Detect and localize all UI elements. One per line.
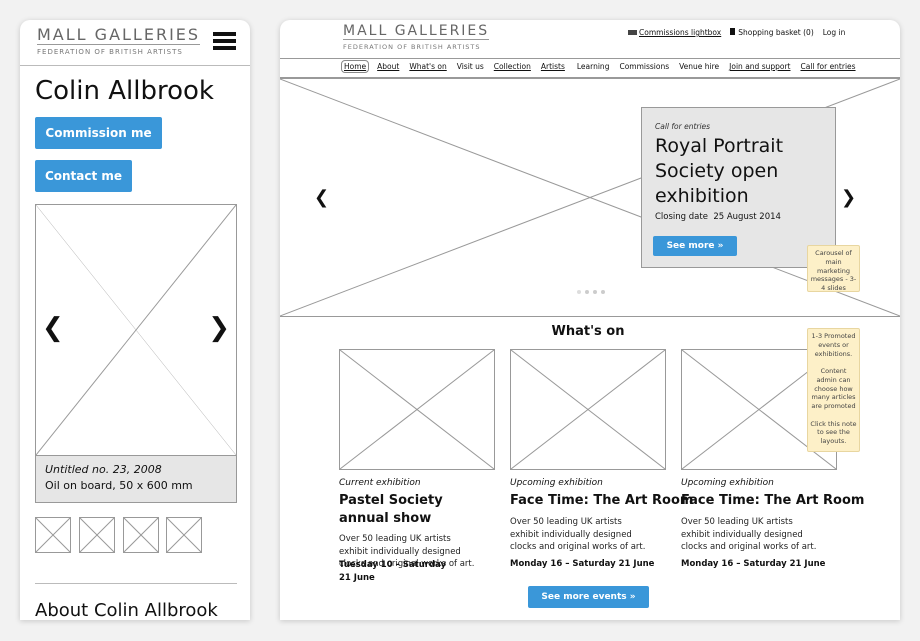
thumbnail[interactable]: [35, 517, 71, 553]
main-nav: Home About What's on Visit us Collection…: [341, 60, 856, 73]
basket-label: Shopping basket (0): [738, 28, 814, 37]
event-category: Upcoming exhibition: [510, 478, 603, 488]
contact-button[interactable]: Contact me: [35, 160, 132, 192]
commission-button[interactable]: Commission me: [35, 117, 162, 149]
divider: [35, 583, 237, 584]
logo[interactable]: MALL GALLERIES FEDERATION OF BRITISH ART…: [343, 23, 490, 51]
event-category: Current exhibition: [339, 478, 421, 488]
event-date: Monday 16 – Saturday 21 June: [681, 559, 826, 569]
event-image[interactable]: [510, 349, 666, 470]
desktop-home-page: MALL GALLERIES FEDERATION OF BRITISH ART…: [280, 20, 900, 620]
lightbox-label: Commissions lightbox: [639, 28, 722, 37]
nav-collection[interactable]: Collection: [494, 60, 531, 73]
divider: [20, 65, 250, 66]
thumbnail[interactable]: [166, 517, 202, 553]
chevron-left-icon[interactable]: ❮: [314, 187, 329, 208]
note-line: 1-3 Promoted events or exhibitions.: [811, 332, 856, 358]
utility-nav: Commissions lightbox Shopping basket (0)…: [628, 28, 845, 37]
logo-tagline: FEDERATION OF BRITISH ARTISTS: [343, 39, 490, 51]
whats-on-heading: What's on: [551, 324, 625, 339]
event-date: Monday 16 – Saturday 21 June: [510, 559, 655, 569]
carousel-dot[interactable]: [601, 290, 605, 294]
hero-closing-date: Closing date 25 August 2014: [655, 212, 781, 222]
nav-venue-hire[interactable]: Venue hire: [679, 60, 719, 73]
logo-name: MALL GALLERIES: [343, 23, 490, 39]
lightbox-icon: [628, 30, 637, 35]
hero-category: Call for entries: [655, 122, 711, 131]
nav-home[interactable]: Home: [341, 60, 370, 73]
nav-artists[interactable]: Artists: [541, 60, 565, 73]
hero-title: Royal Portrait Society open exhibition: [655, 135, 784, 207]
event-description: Over 50 leading UK artists exhibit indiv…: [510, 517, 646, 552]
note-line: Content admin can choose how many articl…: [811, 367, 856, 411]
nav-about[interactable]: About: [377, 60, 399, 73]
page-title: Colin Allbrook: [35, 76, 214, 106]
nav-learning[interactable]: Learning: [577, 60, 610, 73]
logo-name: MALL GALLERIES: [37, 25, 201, 44]
event-description: Over 50 leading UK artists exhibit indiv…: [681, 517, 817, 552]
nav-commissions[interactable]: Commissions: [619, 60, 669, 73]
chevron-right-icon[interactable]: ❯: [208, 313, 230, 343]
see-more-events-button[interactable]: See more events »: [528, 586, 649, 608]
event-category: Upcoming exhibition: [681, 478, 774, 488]
carousel-note[interactable]: Carousel of main marketing messages - 3-…: [807, 245, 860, 292]
hero-see-more-button[interactable]: See more »: [653, 236, 737, 256]
shopping-basket-link[interactable]: Shopping basket (0): [730, 28, 814, 37]
promoted-events-note[interactable]: 1-3 Promoted events or exhibitions. Cont…: [807, 328, 860, 452]
carousel-dot[interactable]: [593, 290, 597, 294]
hamburger-icon[interactable]: [213, 32, 236, 50]
carousel-dot[interactable]: [577, 290, 581, 294]
note-line: Click this note to see the layouts.: [810, 419, 857, 446]
about-heading: About Colin Allbrook: [35, 600, 218, 620]
artwork-title: Untitled no. 23, 2008: [45, 463, 162, 476]
artwork-image: ❮ ❯: [35, 204, 237, 456]
thumbnail[interactable]: [123, 517, 159, 553]
mobile-artist-page: MALL GALLERIES FEDERATION OF BRITISH ART…: [20, 20, 250, 620]
event-title[interactable]: Face Time: The Art Room: [510, 492, 693, 510]
login-link[interactable]: Log in: [823, 28, 846, 37]
nav-visit-us[interactable]: Visit us: [457, 60, 484, 73]
commissions-lightbox-link[interactable]: Commissions lightbox: [628, 28, 721, 37]
event-title[interactable]: Face Time: The Art Room: [681, 492, 864, 510]
nav-join-and-support[interactable]: Join and support: [729, 60, 790, 73]
carousel-dots[interactable]: [577, 290, 605, 294]
artwork-caption: Untitled no. 23, 2008 Oil on board, 50 x…: [35, 455, 237, 503]
event-image[interactable]: [339, 349, 495, 470]
nav-whats-on[interactable]: What's on: [409, 60, 446, 73]
logo-tagline: FEDERATION OF BRITISH ARTISTS: [37, 44, 201, 56]
divider: [280, 58, 900, 59]
chevron-right-icon[interactable]: ❯: [841, 187, 856, 208]
basket-icon: [730, 28, 736, 35]
chevron-left-icon[interactable]: ❮: [42, 313, 64, 343]
logo[interactable]: MALL GALLERIES FEDERATION OF BRITISH ART…: [37, 25, 201, 56]
artwork-details: Oil on board, 50 x 600 mm: [45, 479, 193, 492]
event-date: Tuesday 10 – Saturday 21 June: [339, 560, 447, 583]
nav-call-for-entries[interactable]: Call for entries: [800, 60, 855, 73]
carousel-dot[interactable]: [585, 290, 589, 294]
event-title[interactable]: Pastel Society annual show: [339, 492, 489, 528]
thumbnail[interactable]: [79, 517, 115, 553]
